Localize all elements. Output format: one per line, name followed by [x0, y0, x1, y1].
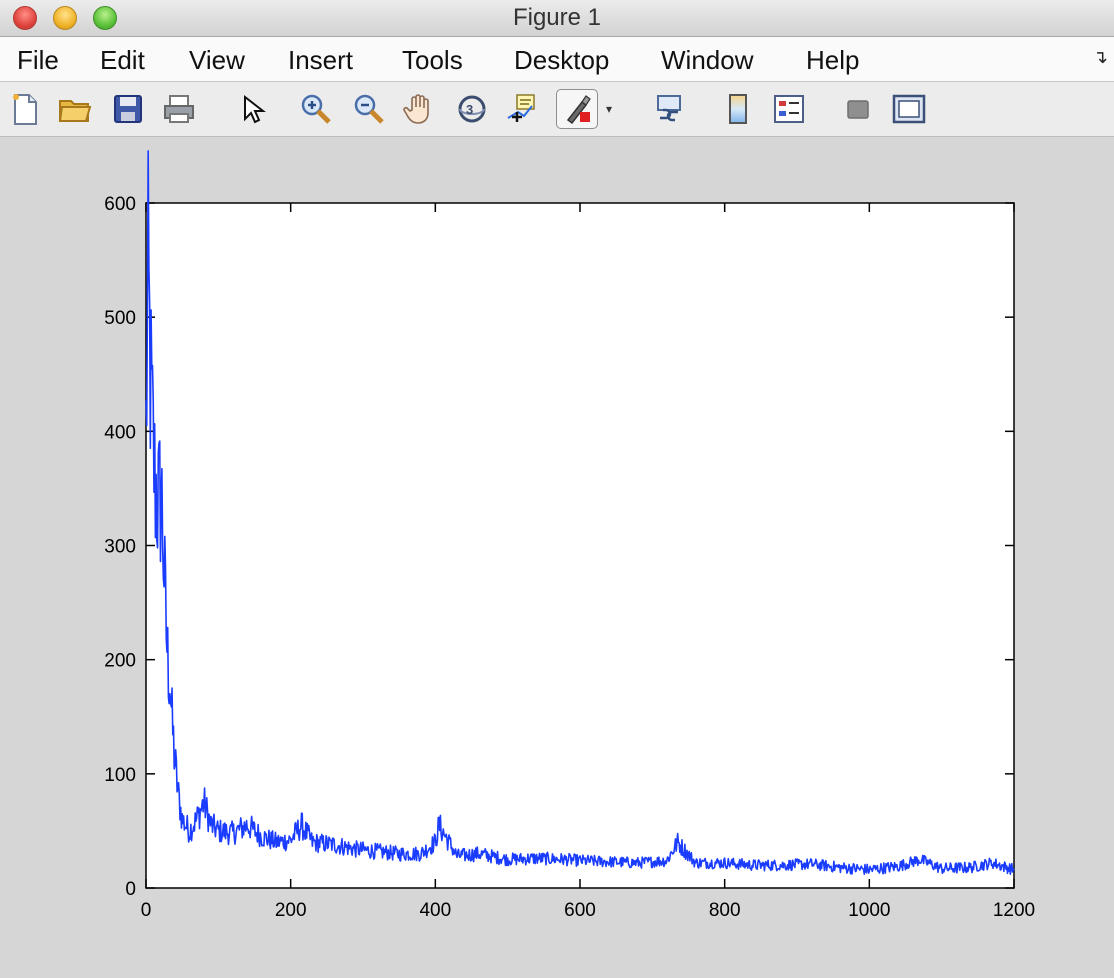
svg-text:3: 3 — [466, 102, 473, 117]
open-folder-icon[interactable] — [57, 91, 93, 127]
x-tick-label: 0 — [141, 900, 152, 921]
save-icon[interactable] — [110, 91, 146, 127]
y-tick-label: 100 — [104, 765, 136, 786]
brush-dropdown-icon[interactable]: ▾ — [606, 102, 612, 116]
link-plot-icon[interactable] — [651, 91, 687, 127]
menu-tools[interactable]: Tools — [402, 45, 463, 76]
new-file-icon[interactable] — [7, 91, 43, 127]
toolbar: 3 ▾ — [0, 82, 1114, 137]
x-tick-label: 600 — [564, 900, 596, 921]
hide-plot-tools-icon[interactable] — [840, 91, 876, 127]
menu-edit[interactable]: Edit — [100, 45, 145, 76]
print-icon[interactable] — [161, 91, 197, 127]
rotate-3d-icon[interactable]: 3 — [454, 91, 490, 127]
data-cursor-icon[interactable] — [503, 91, 539, 127]
zoom-in-icon[interactable] — [298, 91, 334, 127]
plot-area — [145, 202, 1015, 889]
menu-insert[interactable]: Insert — [288, 45, 353, 76]
y-tick-label: 600 — [104, 194, 136, 215]
x-tick-label: 1000 — [848, 900, 890, 921]
x-tick-label: 1200 — [993, 900, 1035, 921]
y-tick-labels: 0 100 200 300 400 500 600 — [104, 194, 136, 900]
title-bar: Figure 1 — [0, 0, 1114, 37]
menu-desktop[interactable]: Desktop — [514, 45, 609, 76]
y-tick-label: 200 — [104, 651, 136, 672]
menu-view[interactable]: View — [189, 45, 245, 76]
x-tick-label: 400 — [419, 900, 451, 921]
x-tick-label: 200 — [275, 900, 307, 921]
figure-chart: 0 200 400 600 800 1000 1200 0 100 200 300 400 500 60… — [104, 150, 1035, 921]
menu-file[interactable]: File — [17, 45, 59, 76]
colorbar-icon[interactable] — [720, 91, 756, 127]
menu-bar: File Edit View Insert Tools Desktop Wind… — [0, 37, 1114, 82]
menu-window[interactable]: Window — [661, 45, 753, 76]
brush-icon[interactable] — [556, 89, 598, 129]
show-plot-tools-icon[interactable] — [891, 91, 927, 127]
y-tick-label: 0 — [125, 879, 136, 900]
menu-overflow-icon[interactable]: ↴ — [1093, 47, 1108, 68]
pan-hand-icon[interactable] — [402, 91, 438, 127]
y-tick-label: 400 — [104, 422, 136, 443]
x-tick-labels: 0 200 400 600 800 1000 1200 — [141, 900, 1035, 921]
zoom-out-icon[interactable] — [351, 91, 387, 127]
x-tick-label: 800 — [709, 900, 741, 921]
menu-help[interactable]: Help — [806, 45, 859, 76]
y-tick-label: 300 — [104, 537, 136, 558]
window-title: Figure 1 — [512, 4, 602, 31]
pointer-icon[interactable] — [233, 91, 269, 127]
y-tick-label: 500 — [104, 308, 136, 329]
legend-icon[interactable] — [771, 91, 807, 127]
